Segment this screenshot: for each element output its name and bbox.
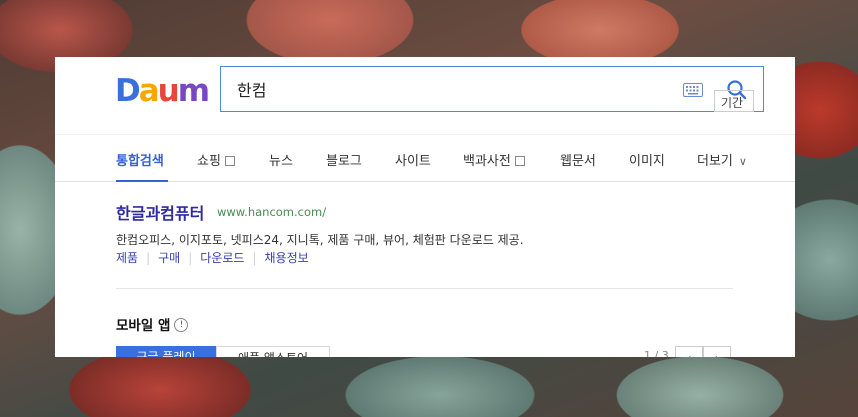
logo-letter-a: a bbox=[138, 73, 160, 109]
result-title[interactable]: 한글과컴퓨터 bbox=[116, 200, 204, 224]
separator: | bbox=[146, 251, 151, 265]
external-link-icon bbox=[514, 155, 525, 166]
search-input[interactable] bbox=[237, 67, 677, 111]
mobile-app-title: 모바일 앱 bbox=[116, 318, 171, 334]
separator: | bbox=[188, 251, 193, 265]
sublink-download[interactable]: 다운로드 bbox=[200, 251, 244, 265]
sublink-products[interactable]: 제품 bbox=[116, 251, 138, 265]
tab-shopping-label: 쇼핑 bbox=[197, 154, 221, 169]
logo-letter-u: u bbox=[157, 73, 180, 109]
external-link-icon bbox=[224, 155, 235, 166]
tab-shopping[interactable]: 쇼핑 bbox=[197, 150, 235, 169]
logo-letter-d: D bbox=[115, 73, 141, 109]
tab-web-documents[interactable]: 웹문서 bbox=[560, 150, 596, 169]
sublink-purchase[interactable]: 구매 bbox=[158, 251, 180, 265]
keyboard-icon[interactable] bbox=[683, 83, 703, 97]
tab-news[interactable]: 뉴스 bbox=[269, 150, 293, 169]
section-divider bbox=[116, 288, 733, 289]
info-icon[interactable]: ! bbox=[174, 318, 189, 332]
pager-count: 1 / 3 bbox=[644, 349, 669, 357]
tab-all[interactable]: 통합검색 bbox=[116, 150, 164, 169]
result-sublinks: 제품 | 구매 | 다운로드 | 채용정보 bbox=[116, 249, 309, 266]
sublink-careers[interactable]: 채용정보 bbox=[265, 251, 309, 265]
app-store-tab[interactable]: 애플 앱스토어 bbox=[216, 346, 330, 357]
browser-window: Daum 통합검색 쇼핑 뉴스 블로그 사이트 백과사전 웹문서 이미지 더보기… bbox=[55, 57, 795, 357]
tab-blog[interactable]: 블로그 bbox=[326, 150, 362, 169]
google-play-tab[interactable]: 구글 플레이 bbox=[116, 346, 216, 357]
logo-letter-m: m bbox=[177, 73, 210, 109]
search-box bbox=[220, 66, 764, 112]
mobile-app-section-title: 모바일 앱! bbox=[116, 314, 189, 334]
tab-more[interactable]: 더보기 ∨ bbox=[697, 150, 747, 169]
tab-encyclopedia-label: 백과사전 bbox=[463, 154, 511, 169]
chevron-down-icon: ∨ bbox=[738, 155, 747, 168]
prev-page-button[interactable]: ‹ bbox=[675, 346, 703, 357]
result-url[interactable]: www.hancom.com/ bbox=[217, 205, 326, 219]
separator: | bbox=[252, 251, 257, 265]
tab-images[interactable]: 이미지 bbox=[629, 150, 665, 169]
period-filter-button[interactable]: 기간 bbox=[714, 90, 754, 112]
daum-logo[interactable]: Daum bbox=[115, 73, 210, 109]
tab-more-label: 더보기 bbox=[697, 154, 733, 169]
tab-encyclopedia[interactable]: 백과사전 bbox=[463, 150, 525, 169]
chevron-left-icon: ‹ bbox=[687, 351, 692, 357]
tab-site[interactable]: 사이트 bbox=[395, 150, 431, 169]
next-page-button[interactable]: › bbox=[703, 346, 731, 357]
result-description: 한컴오피스, 이지포토, 넷피스24, 지니톡, 제품 구매, 뷰어, 체험판 … bbox=[116, 233, 524, 247]
search-tabs: 통합검색 쇼핑 뉴스 블로그 사이트 백과사전 웹문서 이미지 더보기 ∨ bbox=[55, 134, 795, 182]
chevron-right-icon: › bbox=[715, 351, 720, 357]
active-tab-indicator bbox=[116, 180, 168, 182]
